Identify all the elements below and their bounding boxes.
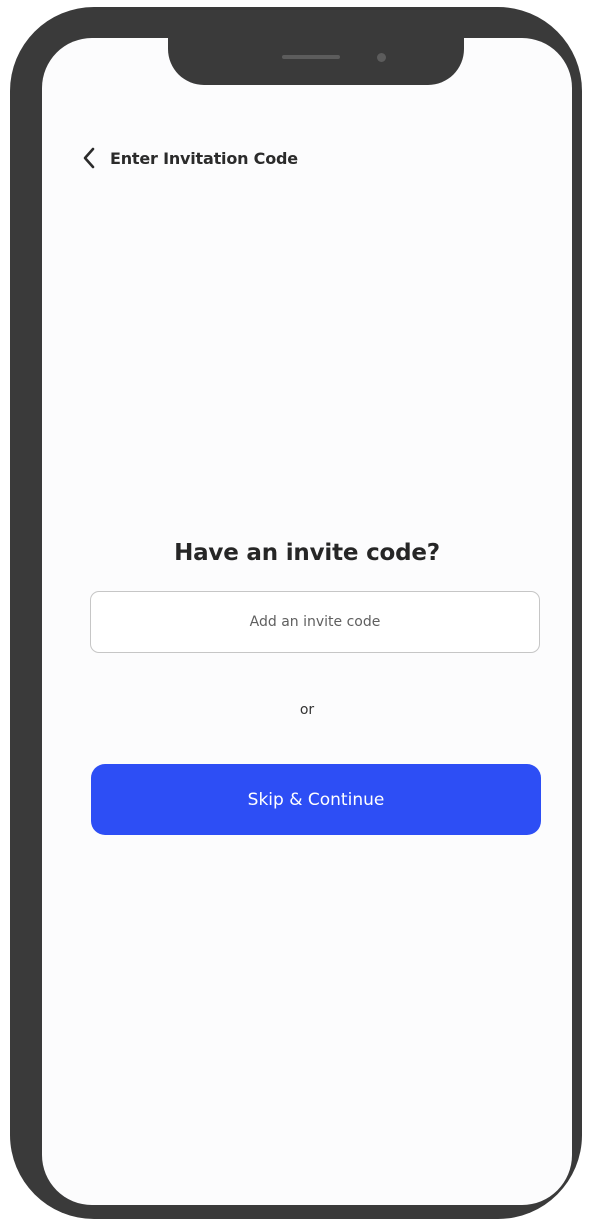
app-screen: Enter Invitation Code Have an invite cod…	[42, 38, 572, 1205]
top-bar: Enter Invitation Code	[78, 146, 298, 170]
speaker-grille	[282, 55, 340, 59]
skip-continue-button[interactable]: Skip & Continue	[91, 764, 541, 835]
page-title: Enter Invitation Code	[110, 148, 298, 168]
phone-notch	[168, 14, 464, 85]
front-camera	[377, 53, 386, 62]
or-divider-text: or	[299, 702, 315, 718]
invite-heading: Have an invite code?	[174, 540, 440, 566]
back-button[interactable]	[78, 146, 100, 170]
chevron-left-icon	[83, 147, 95, 169]
invite-code-input[interactable]	[90, 591, 540, 653]
phone-frame: Enter Invitation Code Have an invite cod…	[10, 7, 582, 1219]
